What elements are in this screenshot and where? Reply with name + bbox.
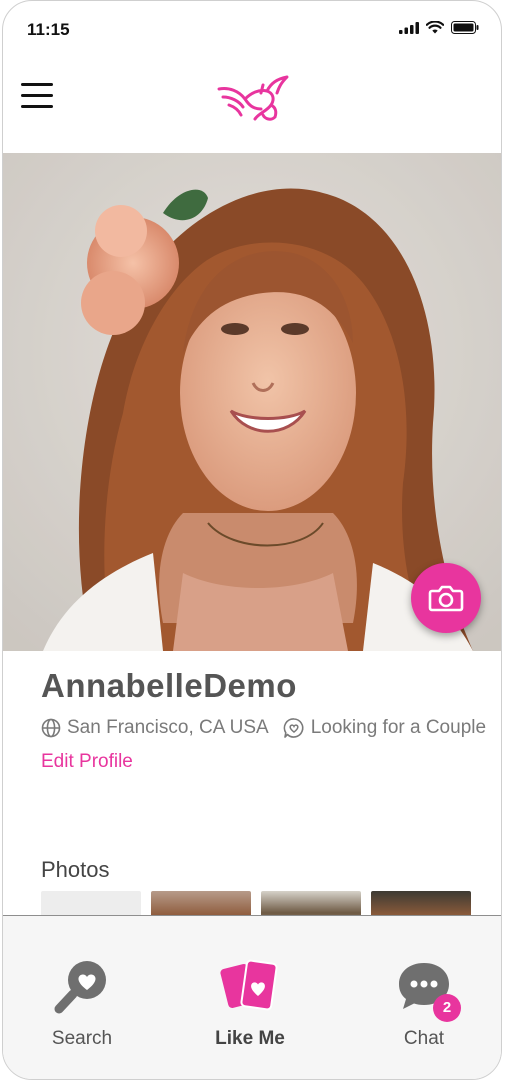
tab-chat[interactable]: 2 Chat: [369, 956, 479, 1050]
cards-heart-icon: [220, 959, 278, 1011]
location-text: San Francisco, CA USA: [67, 717, 269, 738]
location-item: San Francisco, CA USA: [41, 717, 269, 739]
photos-section-title: Photos: [41, 857, 110, 882]
battery-icon: [451, 21, 479, 34]
status-time: 11:15: [27, 20, 70, 39]
photos-strip: [41, 891, 471, 917]
change-photo-button[interactable]: [411, 563, 481, 633]
camera-icon: [428, 585, 464, 612]
menu-line-icon: [21, 94, 53, 97]
status-bar: 11:15: [3, 1, 501, 57]
tab-like-me[interactable]: Like Me: [195, 956, 305, 1050]
wifi-icon: [426, 21, 444, 34]
tab-search-label: Search: [51, 1028, 113, 1049]
search-heart-icon: [54, 961, 106, 1014]
menu-line-icon: [21, 83, 53, 86]
signal-icon: [399, 21, 419, 34]
chat-unread-badge: 2: [433, 994, 461, 1022]
photo-thumbnail[interactable]: [151, 891, 251, 917]
bottom-tab-bar: Search Like Me 2 Chat: [3, 915, 501, 1079]
profile-meta-row: San Francisco, CA USA Looking for a Coup…: [41, 717, 486, 739]
tab-like-me-label: Like Me: [215, 1028, 285, 1049]
status-icons: [399, 21, 479, 34]
phone-frame: 11:15 AnnabelleDemo San Francisco, CA US…: [2, 0, 502, 1080]
heart-chat-icon: [283, 718, 304, 738]
tab-search[interactable]: Search: [27, 956, 137, 1050]
looking-for-text: Looking for a Couple: [310, 717, 487, 738]
photo-thumbnail[interactable]: [371, 891, 471, 917]
edit-profile-link[interactable]: Edit Profile: [41, 751, 133, 773]
globe-icon: [41, 718, 61, 738]
photo-thumbnail[interactable]: [261, 891, 361, 917]
unicorn-logo-icon: [217, 75, 289, 121]
menu-line-icon: [21, 105, 53, 108]
tab-chat-label: Chat: [403, 1028, 445, 1049]
profile-name: AnnabelleDemo: [41, 667, 297, 704]
photo-thumbnail-placeholder[interactable]: [41, 891, 141, 917]
top-bar: [3, 57, 501, 153]
looking-for-item: Looking for a Couple: [283, 717, 486, 739]
hamburger-menu-button[interactable]: [21, 83, 53, 111]
